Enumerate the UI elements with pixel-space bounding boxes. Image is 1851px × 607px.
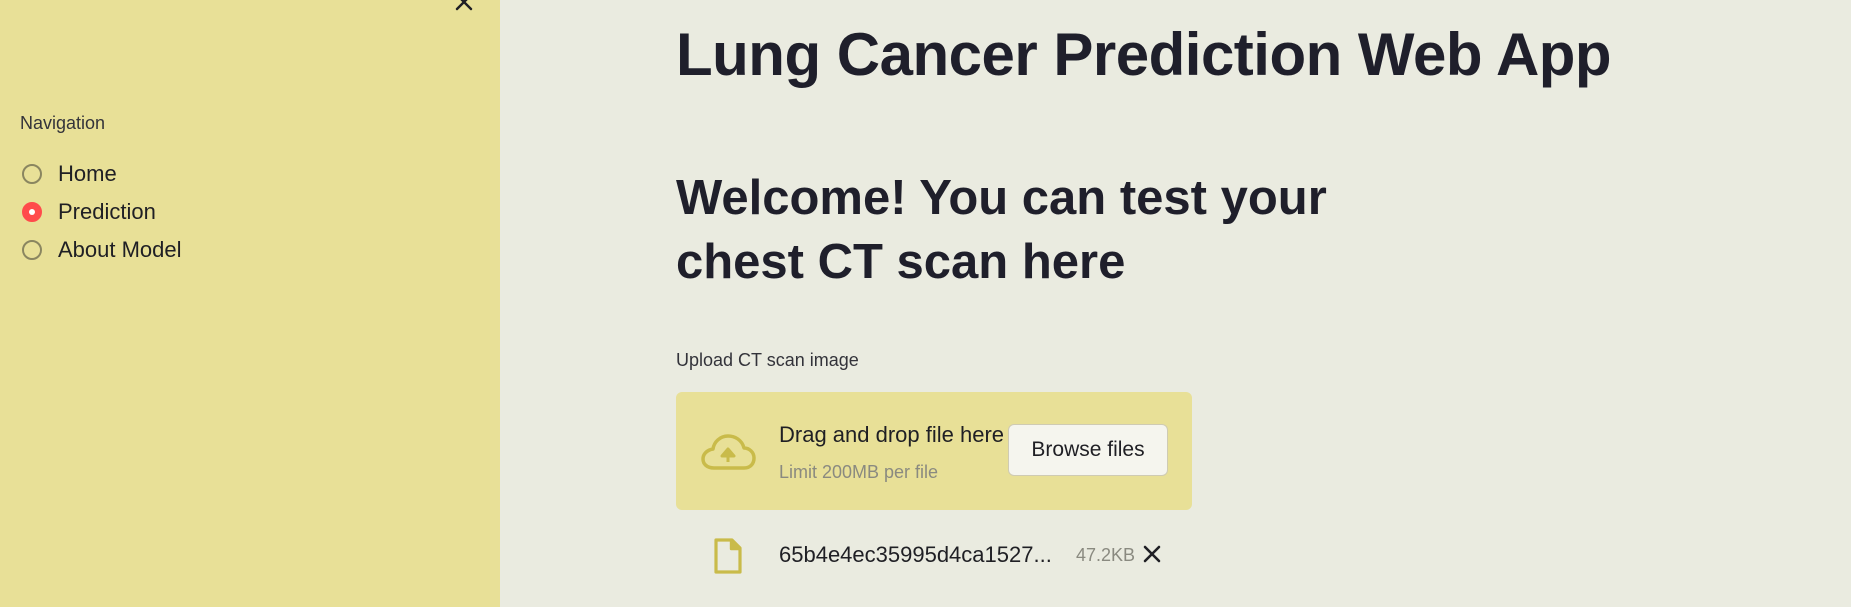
nav-radio-label: About Model xyxy=(58,237,182,262)
cloud-upload-icon xyxy=(701,434,756,470)
browse-files-button[interactable]: Browse files xyxy=(1008,424,1168,476)
remove-file-icon[interactable] xyxy=(1141,543,1163,565)
app-window: Navigation Home Prediction About Model L… xyxy=(0,0,1851,607)
welcome-heading: Welcome! You can test your chest CT scan… xyxy=(676,171,1327,289)
nav-radio-label: Prediction xyxy=(58,199,156,224)
dropzone-limit: Limit 200MB per file xyxy=(779,462,939,482)
file-size: 47.2KB xyxy=(1076,545,1136,565)
uploaded-file-row: 65b4e4ec35995d4ca1527... 47.2KB xyxy=(676,535,1192,575)
close-icon[interactable] xyxy=(452,0,476,14)
page-title: Lung Cancer Prediction Web App xyxy=(676,21,1612,88)
main-content: Lung Cancer Prediction Web App Welcome! … xyxy=(500,0,1851,607)
radio-button[interactable] xyxy=(22,240,42,260)
radio-button[interactable] xyxy=(22,202,42,222)
file-dropzone[interactable]: Drag and drop file here Limit 200MB per … xyxy=(676,392,1192,510)
navigation-label: Navigation xyxy=(20,113,106,133)
radio-button[interactable] xyxy=(22,164,42,184)
nav-radio-prediction[interactable]: Prediction xyxy=(22,199,156,225)
sidebar: Navigation Home Prediction About Model xyxy=(0,0,500,607)
upload-label: Upload CT scan image xyxy=(676,350,859,370)
file-name: 65b4e4ec35995d4ca1527... xyxy=(779,542,1052,567)
nav-radio-label: Home xyxy=(58,161,117,186)
file-icon xyxy=(714,538,742,574)
nav-radio-home[interactable]: Home xyxy=(22,161,117,187)
dropzone-instruction: Drag and drop file here xyxy=(779,422,1005,447)
nav-radio-about-model[interactable]: About Model xyxy=(22,237,182,263)
